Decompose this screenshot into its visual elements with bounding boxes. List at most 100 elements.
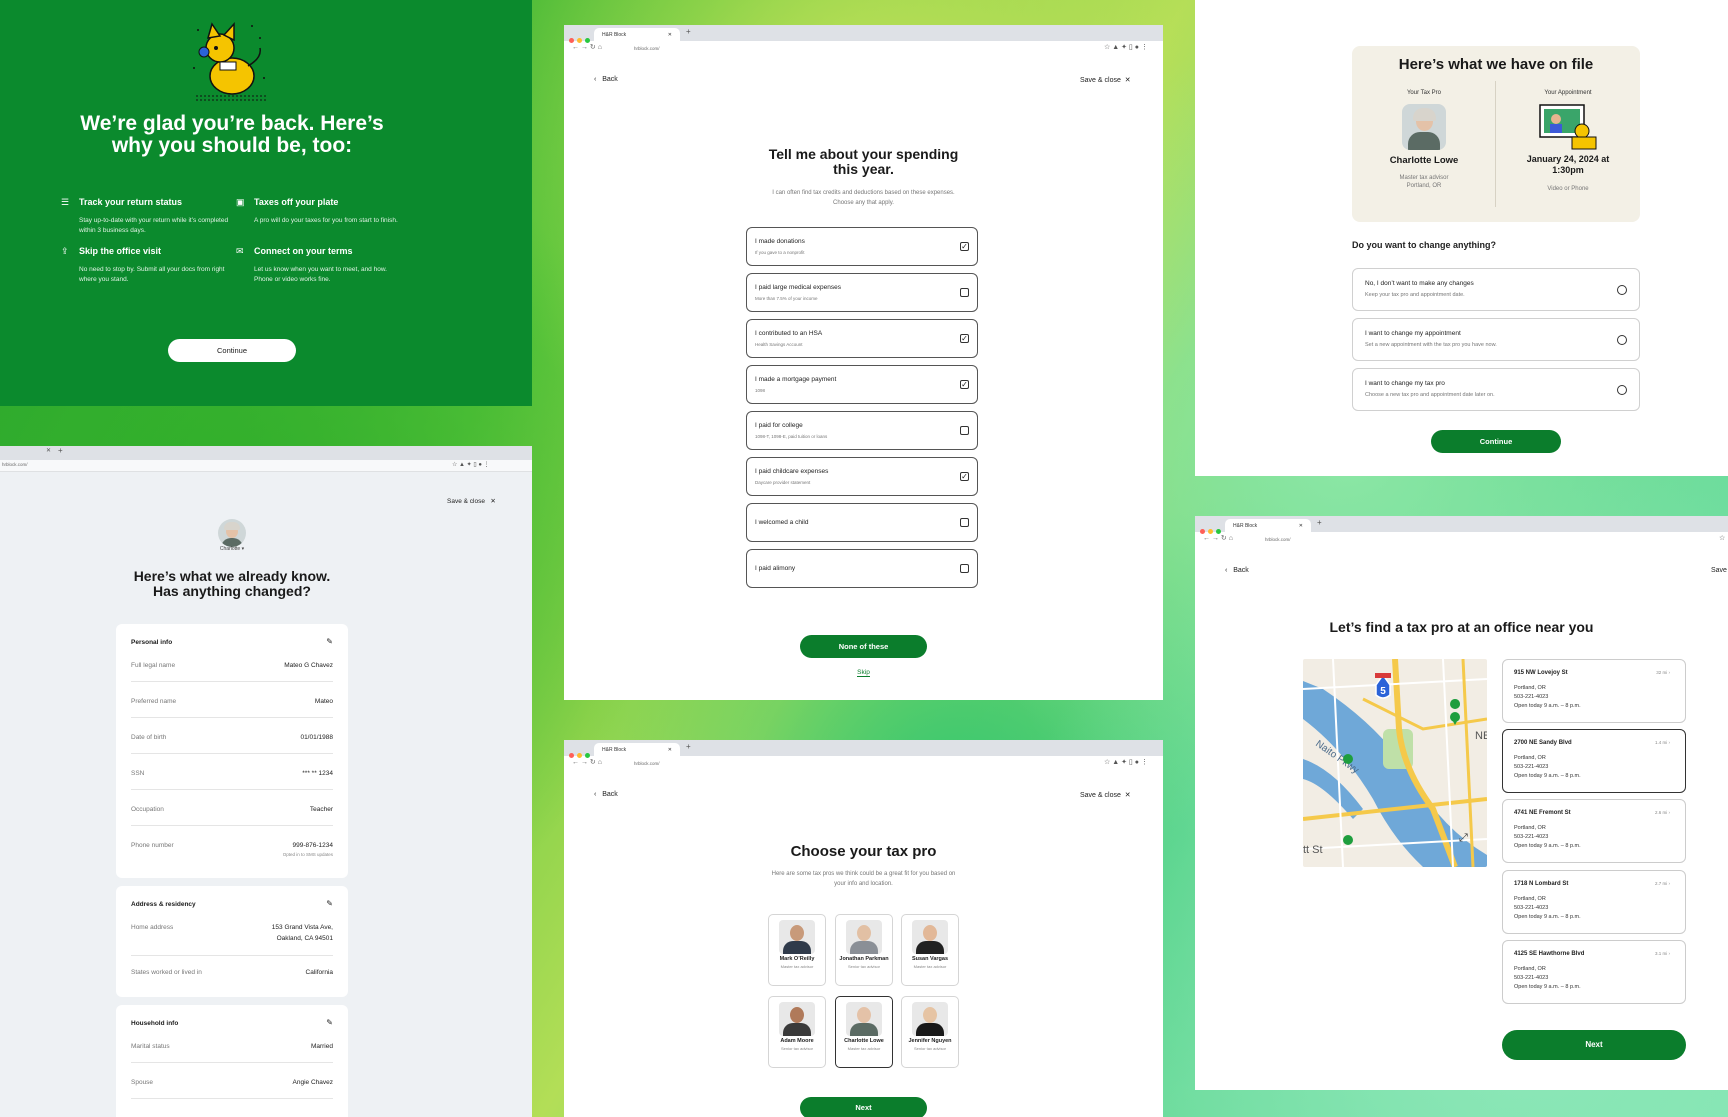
dog-mascot-icon [193, 22, 268, 101]
browser-tab[interactable]: H&R Block ✕ [594, 28, 680, 41]
extensions-icon[interactable]: ☆ ▲ ✦ ▯ ● ⋮ [1104, 43, 1148, 51]
save-close-link[interactable]: Save & close ✕ [1080, 76, 1131, 84]
checkbox-icon[interactable] [960, 426, 969, 435]
section-heading: Personal info [131, 639, 173, 646]
save-link[interactable]: Save [1711, 567, 1727, 574]
radio-change-pro[interactable]: I want to change my tax pro Choose a new … [1352, 368, 1640, 411]
checkbox-icon[interactable]: ✓ [960, 380, 969, 389]
radio-icon[interactable] [1617, 385, 1627, 395]
avatar [1402, 104, 1446, 150]
none-of-these-button[interactable]: None of these [800, 635, 927, 658]
option-medical[interactable]: I paid large medical expenses More than 7… [746, 273, 978, 312]
spending-title: Tell me about your spending this year. [564, 147, 1163, 177]
checklist-icon: ☰ [61, 197, 70, 207]
location-card[interactable]: 4741 NE Fremont St 2.6 mi › Portland, OR 50… [1502, 799, 1686, 863]
spending-title-line2: this year. [833, 161, 894, 177]
pro-card-selected[interactable]: Charlotte Lowe Master tax advisor [835, 996, 893, 1068]
pro-card[interactable]: Adam Moore Senior tax advisor [768, 996, 826, 1068]
new-tab-icon[interactable]: + [686, 742, 691, 751]
next-button[interactable]: Next [1502, 1030, 1686, 1060]
option-alimony[interactable]: I paid alimony [746, 549, 978, 588]
back-link[interactable]: ‹ Back [594, 791, 618, 798]
back-link[interactable]: ‹ Back [1225, 567, 1249, 574]
save-close-link[interactable]: Save & close ✕ [447, 497, 496, 505]
star-icon[interactable]: ☆ [1719, 534, 1725, 542]
edit-icon[interactable]: ✎ [326, 1018, 333, 1027]
address-bar[interactable]: hrblock.com/ [626, 43, 1096, 53]
appt-mode: Video or Phone [1547, 186, 1589, 192]
feature-title: Track your return status [79, 197, 183, 207]
option-hsa[interactable]: I contributed to an HSA Health Savings Ac… [746, 319, 978, 358]
choose-pro-title: Choose your tax pro [790, 843, 937, 860]
pro-card[interactable]: Mark O’Reilly Master tax advisor [768, 914, 826, 986]
avatar[interactable] [218, 519, 246, 547]
pro-card[interactable]: Jonathan Parkman Senior tax advisor [835, 914, 893, 986]
location-card[interactable]: 4125 SE Hawthorne Blvd 3.1 mi › Portland, … [1502, 940, 1686, 1004]
radio-icon[interactable] [1617, 285, 1627, 295]
edit-icon[interactable]: ✎ [326, 637, 333, 646]
radio-change-appointment[interactable]: I want to change my appointment Set a new… [1352, 318, 1640, 361]
pro-card[interactable]: Susan Vargas Master tax advisor [901, 914, 959, 986]
continue-button[interactable]: Continue [1431, 430, 1561, 453]
option-mortgage[interactable]: I made a mortgage payment 1098 ✓ [746, 365, 978, 404]
address-bar[interactable]: hrblock.com/ [2, 462, 28, 467]
checkbox-icon[interactable] [960, 518, 969, 527]
already-know-window: ✕ + hrblock.com/ ☆ ▲ ✦ ▯ ● ⋮ Save & clos… [0, 446, 532, 1117]
radio-icon[interactable] [1617, 335, 1627, 345]
option-donations[interactable]: I made donations If you gave to a nonprof… [746, 227, 978, 266]
skip-link[interactable]: Skip [564, 669, 1163, 677]
chevron-left-icon: ‹ [1225, 567, 1228, 574]
save-close-link[interactable]: Save & close ✕ [1080, 791, 1131, 799]
address-bar[interactable]: hrblock.com/ [1257, 534, 1723, 544]
edit-icon[interactable]: ✎ [326, 899, 333, 908]
appt-label: Your Appointment [1544, 90, 1592, 96]
browser-tab[interactable]: H&R Block ✕ [594, 743, 680, 756]
find-office-window: H&R Block ✕ + ← → ↻ ⌂ hrblock.com/ ☆ ‹ Ba… [1195, 516, 1728, 1090]
next-button[interactable]: Next [800, 1097, 927, 1117]
chat-icon: ✉ [236, 246, 244, 256]
avatar-name: Charlotte ▾ [219, 546, 245, 552]
appointment-section: Your Appointment January 24, 2024 at 1:30… [1496, 90, 1640, 192]
close-tab-icon[interactable]: ✕ [46, 447, 51, 454]
nav-arrows-icon[interactable]: ← → ↻ ⌂ [1203, 534, 1233, 542]
checkbox-icon[interactable]: ✓ [960, 472, 969, 481]
radio-no-changes[interactable]: No, I don’t want to make any changes Keep… [1352, 268, 1640, 311]
office-map[interactable]: 5 NE Naito Pkwy tt St ⤢ [1303, 659, 1487, 867]
tab-bar: H&R Block ✕ + [1195, 516, 1728, 534]
location-card[interactable]: 915 NW Lovejoy St 32 mi › Portland, OR 503-… [1502, 659, 1686, 723]
checkbox-icon[interactable]: ✓ [960, 242, 969, 251]
new-tab-icon[interactable]: + [58, 446, 63, 455]
new-tab-icon[interactable]: + [686, 27, 691, 36]
find-office-title: Let’s find a tax pro at an office near y… [1329, 619, 1594, 635]
checkbox-icon[interactable]: ✓ [960, 334, 969, 343]
choose-pro-subtitle: Here are some tax pros we think could be… [771, 871, 956, 887]
continue-button[interactable]: Continue [168, 339, 296, 362]
close-icon: ✕ [1124, 792, 1131, 799]
info-row: Spouse Angie Chavez [131, 1073, 333, 1099]
extensions-icon[interactable]: ☆ ▲ ✦ ▯ ● ⋮ [452, 461, 490, 468]
welcome-title-line1: We’re glad you’re back. Here’s [80, 112, 384, 135]
chevron-left-icon: ‹ [594, 76, 597, 83]
pro-role: Master tax advisor [1399, 175, 1449, 181]
address-bar[interactable]: hrblock.com/ [626, 758, 1096, 768]
feature-title: Connect on your terms [254, 246, 353, 256]
checkbox-icon[interactable] [960, 564, 969, 573]
browser-tab[interactable]: H&R Block ✕ [1225, 519, 1311, 532]
nav-arrows-icon[interactable]: ← → ↻ ⌂ [572, 43, 602, 51]
pro-card[interactable]: Jennifer Nguyen Senior tax advisor [901, 996, 959, 1068]
checkbox-icon[interactable] [960, 288, 969, 297]
back-link[interactable]: ‹ Back [594, 76, 618, 83]
nav-arrows-icon[interactable]: ← → ↻ ⌂ [572, 758, 602, 766]
location-card[interactable]: 1718 N Lombard St 2.7 mi › Portland, OR 503… [1502, 870, 1686, 934]
upload-icon: ⇪ [61, 246, 69, 256]
location-card-selected[interactable]: 2700 NE Sandy Blvd 1.4 mi › Portland, OR 50… [1502, 729, 1686, 793]
extensions-icon[interactable]: ☆ ▲ ✦ ▯ ● ⋮ [1104, 758, 1148, 766]
address-card: Address & residency ✎ Home address 153 Gr… [116, 886, 348, 997]
expand-map-icon[interactable]: ⤢ [1459, 832, 1468, 845]
option-child[interactable]: I welcomed a child [746, 503, 978, 542]
option-childcare[interactable]: I paid childcare expenses Daycare provide… [746, 457, 978, 496]
household-card: Household info ✎ Marital status Married S… [116, 1005, 348, 1117]
map-label-ne: NE [1475, 730, 1487, 742]
option-college[interactable]: I paid for college 1098-T, 1098-E, paid t… [746, 411, 978, 450]
new-tab-icon[interactable]: + [1317, 518, 1322, 527]
